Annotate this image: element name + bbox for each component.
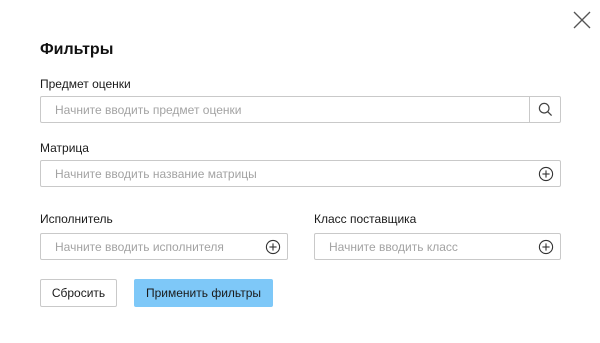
subject-input[interactable] (41, 97, 529, 122)
close-button[interactable] (573, 11, 591, 29)
supplier-class-input[interactable] (315, 234, 532, 259)
executor-label: Исполнитель (40, 212, 113, 226)
executor-input[interactable] (41, 234, 259, 259)
supplier-class-add-button[interactable] (538, 239, 554, 255)
reset-button[interactable]: Сбросить (40, 279, 117, 307)
subject-label: Предмет оценки (40, 77, 131, 91)
matrix-field (40, 160, 561, 187)
matrix-add-button[interactable] (538, 166, 554, 182)
plus-circle-icon (538, 166, 554, 182)
close-icon (573, 11, 591, 29)
apply-filters-button[interactable]: Применить фильтры (134, 279, 273, 307)
search-icon (538, 102, 553, 117)
subject-field (40, 96, 561, 123)
matrix-label: Матрица (40, 141, 89, 155)
executor-add-button[interactable] (265, 239, 281, 255)
executor-field (40, 233, 288, 260)
subject-search-button[interactable] (529, 97, 560, 122)
dialog-title: Фильтры (40, 41, 114, 58)
filters-dialog: Фильтры Предмет оценки Матрица Исполните… (0, 0, 600, 343)
plus-circle-icon (265, 239, 281, 255)
matrix-input[interactable] (41, 161, 531, 186)
plus-circle-icon (538, 239, 554, 255)
supplier-class-field (314, 233, 561, 260)
supplier-class-label: Класс поставщика (314, 212, 417, 226)
